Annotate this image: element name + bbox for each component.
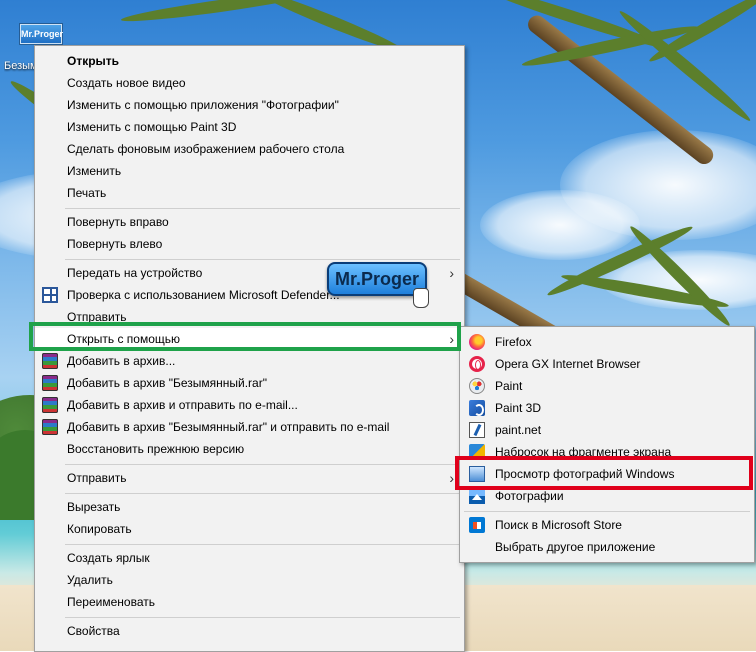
menu-separator — [65, 493, 460, 494]
menu-item-send-to[interactable]: Отправить › — [35, 467, 464, 489]
menu-item-copy[interactable]: Копировать — [35, 518, 464, 540]
open-with-highlight-box — [29, 322, 461, 351]
submenu-item-paint-3d[interactable]: Paint 3D — [460, 397, 754, 419]
menu-item-add-to-archive[interactable]: Добавить в архив... — [35, 350, 464, 372]
menu-item-cut[interactable]: Вырезать — [35, 496, 464, 518]
menu-item-open[interactable]: Открыть — [35, 50, 464, 72]
submenu-item-paint[interactable]: Paint — [460, 375, 754, 397]
menu-item-set-wallpaper[interactable]: Сделать фоновым изображением рабочего ст… — [35, 138, 464, 160]
submenu-item-paint-net[interactable]: paint.net — [460, 419, 754, 441]
menu-item-rotate-left[interactable]: Повернуть влево — [35, 233, 464, 255]
paint-icon — [469, 378, 485, 394]
photos-icon — [469, 488, 485, 504]
menu-item-rar-and-email[interactable]: Добавить в архив "Безымянный.rar" и отпр… — [35, 416, 464, 438]
menu-item-edit-with-photos[interactable]: Изменить с помощью приложения "Фотографи… — [35, 94, 464, 116]
menu-separator — [65, 208, 460, 209]
chevron-right-icon: › — [449, 470, 454, 486]
menu-separator — [65, 544, 460, 545]
menu-item-properties[interactable]: Свойства — [35, 620, 464, 642]
open-with-submenu: Firefox Opera GX Internet Browser Paint … — [459, 326, 755, 563]
mr-proger-watermark: Mr.Proger — [327, 262, 427, 296]
store-icon — [469, 517, 485, 533]
winrar-icon — [42, 397, 58, 413]
menu-item-archive-and-email[interactable]: Добавить в архив и отправить по e-mail..… — [35, 394, 464, 416]
paint-3d-icon — [469, 400, 485, 416]
photo-viewer-highlight-box — [455, 456, 753, 490]
menu-item-restore-previous[interactable]: Восстановить прежнюю версию — [35, 438, 464, 460]
submenu-item-firefox[interactable]: Firefox — [460, 331, 754, 353]
winrar-icon — [42, 419, 58, 435]
submenu-item-opera-gx[interactable]: Opera GX Internet Browser — [460, 353, 754, 375]
image-thumbnail-icon: Mr.Proger — [20, 24, 63, 44]
submenu-item-choose-another-app[interactable]: Выбрать другое приложение — [460, 536, 754, 558]
submenu-item-store-search[interactable]: Поиск в Microsoft Store — [460, 514, 754, 536]
chevron-right-icon: › — [449, 265, 454, 281]
menu-item-edit-with-paint3d[interactable]: Изменить с помощью Paint 3D — [35, 116, 464, 138]
menu-item-add-to-rar[interactable]: Добавить в архив "Безымянный.rar" — [35, 372, 464, 394]
paint-net-icon — [469, 422, 485, 438]
menu-item-rename[interactable]: Переименовать — [35, 591, 464, 613]
winrar-icon — [42, 353, 58, 369]
menu-item-create-video[interactable]: Создать новое видео — [35, 72, 464, 94]
hand-cursor-icon — [413, 288, 429, 308]
menu-item-rotate-right[interactable]: Повернуть вправо — [35, 211, 464, 233]
menu-separator — [464, 511, 750, 512]
menu-separator — [65, 617, 460, 618]
menu-item-create-shortcut[interactable]: Создать ярлык — [35, 547, 464, 569]
winrar-icon — [42, 375, 58, 391]
defender-icon — [42, 287, 58, 303]
opera-icon — [469, 356, 485, 372]
menu-item-print[interactable]: Печать — [35, 182, 464, 204]
menu-item-edit[interactable]: Изменить — [35, 160, 464, 182]
menu-separator — [65, 464, 460, 465]
menu-separator — [65, 259, 460, 260]
firefox-icon — [469, 334, 485, 350]
menu-item-delete[interactable]: Удалить — [35, 569, 464, 591]
